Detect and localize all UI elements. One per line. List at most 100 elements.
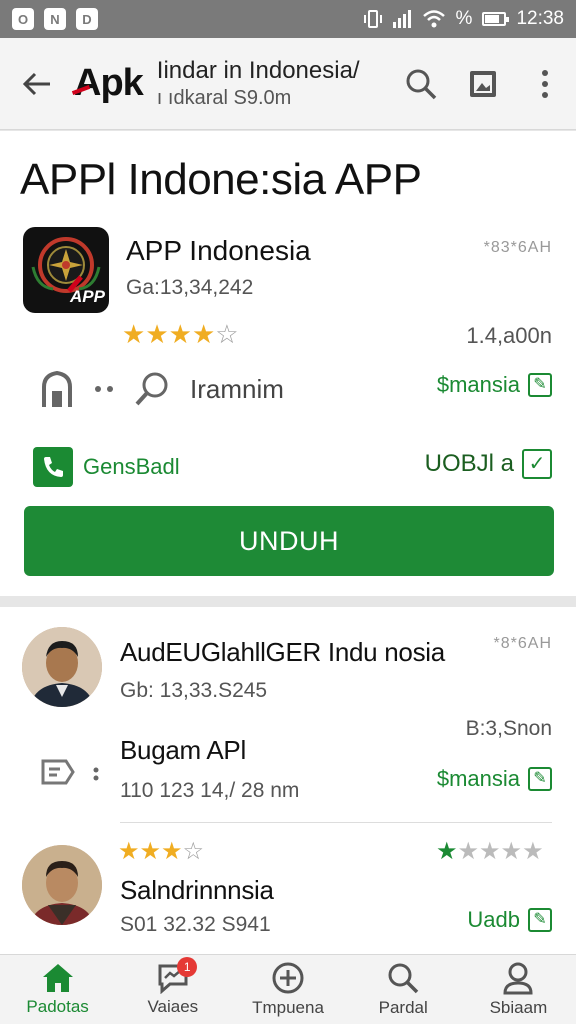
secondary-action[interactable]: GensBadl: [33, 447, 180, 487]
list-item-title-secondary[interactable]: Bugam APl: [120, 735, 246, 766]
mansia-link-label: $mansia: [436, 372, 520, 397]
app-bar-title: Iindar in Indonesia/: [156, 57, 360, 85]
uadb-link-label: Uadb: [467, 907, 520, 932]
more-dots-icon: [95, 386, 113, 392]
app-icon[interactable]: APP: [23, 227, 109, 313]
search-icon: [406, 69, 437, 99]
app-bar-subtitle: ı ıdkaral S9.0m: [156, 86, 292, 109]
avatar[interactable]: [22, 845, 102, 925]
app-size: 1.4,a00n: [466, 323, 552, 348]
app-bar: Apk Iindar in Indonesia/ ı ıdkaral S9.0m: [0, 38, 576, 130]
notification-icon: O: [12, 8, 34, 30]
rating-stars: ★★★★☆: [122, 319, 239, 350]
app-name[interactable]: APP Indonesia: [126, 235, 311, 267]
wifi-icon: [422, 10, 445, 28]
uadb-link[interactable]: Uadb ✎: [467, 907, 552, 933]
notification-badge: 1: [177, 957, 198, 977]
star-icon: ★: [522, 838, 544, 865]
download-button[interactable]: UNDUH: [24, 506, 554, 576]
notification-icon: D: [76, 8, 98, 30]
vibrate-icon: [363, 10, 382, 28]
rating-stars-secondary: ★★★★★: [436, 837, 544, 866]
list-item-size: B:3,Snon: [465, 717, 552, 740]
back-arrow-icon: [22, 72, 50, 95]
uobj-link-label: UOBJl a: [424, 450, 514, 477]
list-item-sub: Gb: 13,33.S245: [120, 679, 268, 702]
bookmark-button[interactable]: [452, 53, 514, 115]
star-icon: ★: [457, 838, 480, 865]
star-icon: ★: [161, 838, 183, 865]
list-item-sub: S01 32.32 S941: [120, 913, 271, 936]
star-icon: ★: [479, 838, 501, 865]
nav-search-label: Pardal: [378, 998, 428, 1017]
app-stats: Ga:13,34,242: [126, 276, 254, 299]
home-icon: [42, 964, 73, 992]
star-icon: ★: [191, 319, 216, 349]
check-icon: ✓: [522, 449, 552, 479]
list-item-sub-secondary: 110 123 14,/ 28 nm: [120, 779, 300, 802]
tag-icon: [41, 759, 75, 785]
app-detail-card: APPl Indone:sia APP APP APP Indonesia Ga…: [0, 131, 576, 596]
star-outline-icon: ☆: [215, 319, 239, 349]
uobj-link[interactable]: UOBJl a ✓: [425, 449, 552, 479]
list-item-title[interactable]: AudEUGlahllGER Indu nosia: [120, 637, 445, 668]
star-icon: ★: [118, 838, 140, 865]
bottom-nav: Padotas 1 Vaiaes Tmpuena Pardal Sbiaam: [0, 954, 576, 1024]
app-rank: *83*6AH: [483, 239, 552, 256]
more-dots-icon: [93, 767, 99, 781]
back-button[interactable]: [0, 38, 74, 130]
phone-app-icon: [33, 447, 73, 487]
plus-circle-icon: [272, 962, 304, 994]
related-list: AudEUGlahllGER Indu nosia *8*6AH Gb: 13,…: [0, 607, 576, 954]
list-item-rank: *8*6AH: [493, 635, 552, 652]
app-icon-badge: APP: [70, 287, 105, 306]
nav-messages[interactable]: 1 Vaiaes: [115, 955, 230, 1024]
nav-profile[interactable]: Sbiaam: [461, 955, 576, 1024]
nav-add[interactable]: Tmpuena: [230, 955, 345, 1024]
status-bar: O N D % 12:38: [0, 0, 576, 38]
notification-icon: N: [44, 8, 66, 30]
nav-home-label: Padotas: [26, 997, 89, 1016]
edit-check-icon: ✎: [528, 767, 552, 791]
mansia-link[interactable]: $mansia ✎: [437, 372, 552, 398]
list-item-title[interactable]: Salndrinnnsia: [120, 875, 274, 906]
signal-icon: [392, 10, 411, 28]
avatar[interactable]: [22, 627, 102, 707]
profile-icon: [503, 962, 533, 995]
secondary-action-label: GensBadl: [83, 454, 180, 479]
battery-percent: %: [455, 8, 473, 29]
divider: [120, 822, 552, 823]
page-title: APPl Indone:sia APP: [20, 155, 422, 204]
star-icon: ★: [145, 319, 169, 349]
search-icon[interactable]: [134, 371, 170, 407]
clock: 12:38: [516, 8, 564, 29]
star-icon: ★: [139, 838, 162, 865]
app-bar-titles: Iindar in Indonesia/ ı ıdkaral S9.0m: [157, 57, 360, 110]
nav-messages-label: Vaiaes: [147, 997, 199, 1016]
share-icon[interactable]: [40, 369, 74, 409]
star-icon: ★: [122, 319, 146, 349]
nav-profile-label: Sbiaam: [489, 998, 548, 1017]
info-label: Iramnim: [190, 373, 284, 404]
mansia-link-label: $mansia: [436, 766, 520, 791]
nav-home[interactable]: Padotas: [0, 955, 115, 1024]
nav-add-label: Tmpuena: [252, 998, 324, 1017]
mansia-link[interactable]: $mansia ✎: [437, 766, 552, 792]
search-button[interactable]: [390, 53, 452, 115]
image-bookmark-icon: [470, 70, 496, 97]
notification-icons: O N D: [12, 8, 98, 30]
star-icon: ★: [436, 838, 458, 865]
rating-stars: ★★★☆: [118, 837, 204, 866]
nav-search[interactable]: Pardal: [346, 955, 461, 1024]
battery-icon: [482, 12, 510, 26]
apk-logo[interactable]: Apk: [74, 62, 144, 105]
star-icon: ★: [168, 319, 192, 349]
edit-check-icon: ✎: [528, 908, 552, 932]
info-row: Iramnim: [40, 369, 284, 409]
search-icon: [388, 963, 419, 994]
star-outline-icon: ☆: [182, 838, 205, 865]
star-icon: ★: [500, 838, 523, 865]
edit-check-icon: ✎: [528, 373, 552, 397]
more-vert-icon: [542, 69, 548, 98]
overflow-menu-button[interactable]: [514, 53, 576, 115]
